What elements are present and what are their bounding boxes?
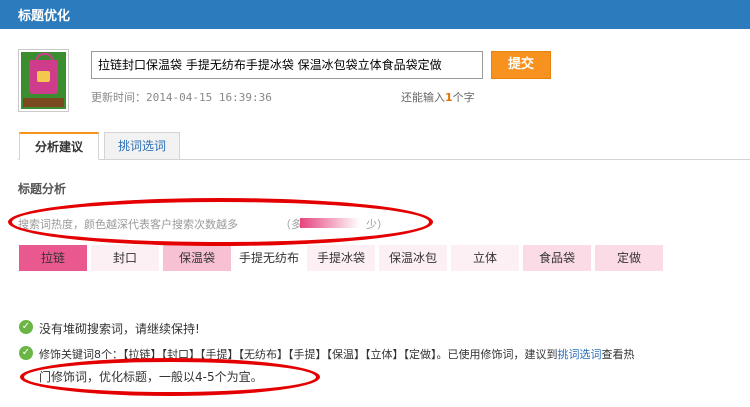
update-time-label: 更新时间： <box>91 91 146 104</box>
submit-button[interactable]: 提交 <box>491 51 551 79</box>
section-title: 标题分析 <box>18 182 67 196</box>
dialog-titlebar: 标题优化 <box>0 0 750 29</box>
keyword-chip: 保温袋 <box>163 245 231 271</box>
tab-word-selection[interactable]: 挑词选词 <box>104 132 180 160</box>
thumbnail-caption-strip <box>23 98 64 107</box>
keyword-chip: 手提冰袋 <box>307 245 375 271</box>
keyword-chip: 食品袋 <box>523 245 591 271</box>
remaining-prefix: 还能输入 <box>401 91 445 104</box>
product-thumbnail <box>18 49 69 112</box>
keyword-chip: 保温冰包 <box>379 245 447 271</box>
tab-analysis[interactable]: 分析建议 <box>19 132 99 160</box>
remaining-suffix: 个字 <box>452 91 475 104</box>
product-title-input[interactable]: 拉链封口保温袋 手提无纺布手提冰袋 保温冰包袋立体食品袋定做 <box>91 51 483 79</box>
keyword-chip: 定做 <box>595 245 663 271</box>
dialog-title: 标题优化 <box>18 9 71 24</box>
annotation-ellipse <box>20 358 320 396</box>
result-no-stacking: 没有堆砌搜索词，请继续保持! <box>39 322 200 336</box>
bag-image-icon <box>29 53 58 94</box>
check-icon: ✓ <box>19 320 33 334</box>
remaining-count: 1 <box>445 91 453 104</box>
check-icon: ✓ <box>19 346 33 360</box>
keyword-chip: 拉链 <box>19 245 87 271</box>
annotation-ellipse <box>8 198 433 246</box>
keyword-chip: 立体 <box>451 245 519 271</box>
keyword-chip: 手提无纺布 <box>235 245 303 271</box>
word-selection-link[interactable]: 挑词选词 <box>558 348 602 361</box>
update-time: 更新时间：2014-04-15 16:39:36 <box>91 89 272 105</box>
update-time-value: 2014-04-15 16:39:36 <box>146 91 272 104</box>
result-modifiers-suffix: 查看热 <box>601 348 635 361</box>
remaining-chars: 还能输入1个字 <box>401 89 475 105</box>
keyword-chip: 封口 <box>91 245 159 271</box>
